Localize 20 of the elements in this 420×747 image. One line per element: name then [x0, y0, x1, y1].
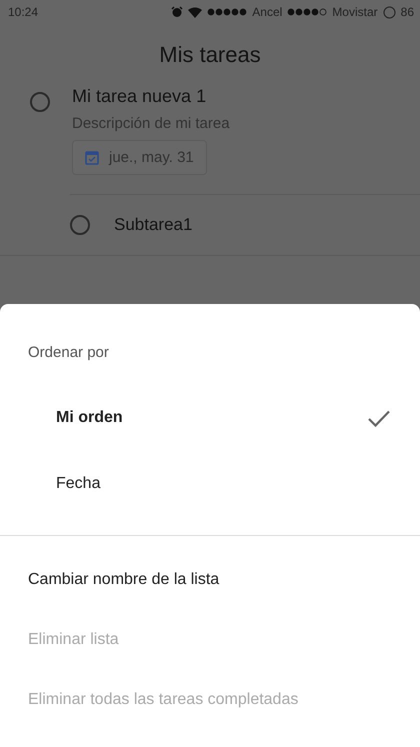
menu-action[interactable]: Cambiar nombre de la lista — [0, 550, 420, 610]
sort-option[interactable]: Fecha — [0, 451, 420, 517]
alarm-clock-icon — [171, 6, 184, 18]
check-icon — [368, 410, 390, 426]
task-checkbox[interactable] — [30, 92, 50, 112]
task-title: Mi tarea nueva 1 — [72, 86, 208, 107]
carrier-name: Movistar — [332, 5, 378, 19]
battery-level: 86 — [400, 5, 414, 19]
signal-dots-icon — [287, 8, 328, 16]
battery-ring-icon — [382, 6, 396, 18]
calendar-icon — [85, 150, 99, 165]
subtask-checkbox[interactable] — [70, 215, 90, 235]
wifi-icon — [188, 6, 202, 18]
status-time: 10:24 — [8, 5, 40, 19]
signal-dots-icon — [207, 8, 248, 16]
subtask-title: Subtarea1 — [114, 215, 192, 235]
sort-heading: Ordenar por — [27, 343, 110, 363]
carrier-name: Ancel — [252, 5, 282, 19]
sort-option[interactable]: Mi orden — [0, 385, 420, 451]
list-title: Mis tareas — [158, 42, 262, 68]
